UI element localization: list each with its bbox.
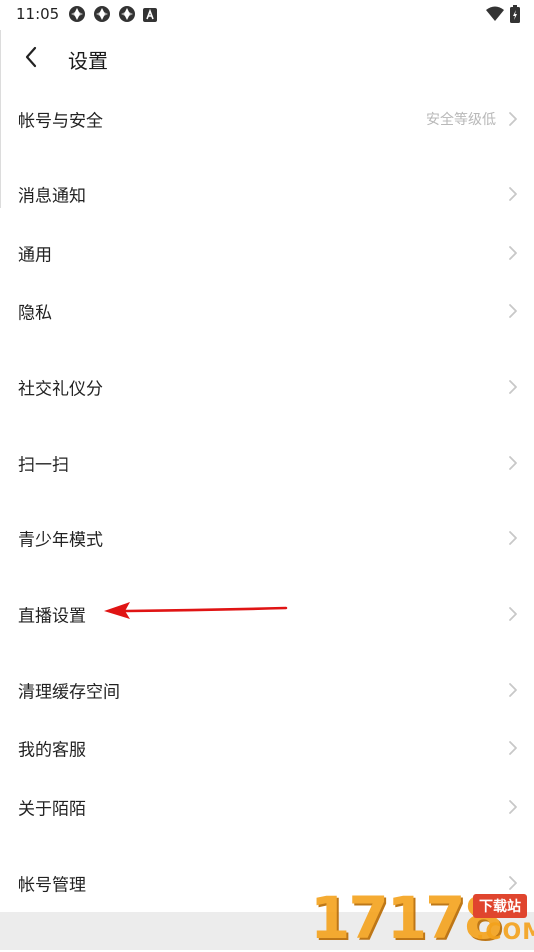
watermark-tag: 下载站: [473, 894, 527, 918]
app-notification-icon: [68, 5, 86, 27]
settings-item-social-etiquette[interactable]: 社交礼仪分: [0, 362, 534, 412]
chevron-right-icon: [508, 111, 518, 127]
settings-item-clear-cache[interactable]: 清理缓存空间: [0, 665, 534, 715]
chevron-right-icon: [508, 606, 518, 622]
settings-item-about[interactable]: 关于陌陌: [0, 782, 534, 832]
text-a-icon: [143, 7, 157, 26]
status-icons-right: [486, 5, 520, 27]
settings-item-label: 社交礼仪分: [18, 379, 103, 400]
settings-item-label: 隐私: [18, 303, 52, 324]
settings-item-label: 扫一扫: [18, 455, 69, 476]
chevron-right-icon: [508, 379, 518, 395]
chevron-right-icon: [508, 455, 518, 471]
settings-item-label: 帐号与安全: [18, 111, 103, 132]
settings-item-scan[interactable]: 扫一扫: [0, 438, 534, 488]
wifi-icon: [486, 6, 504, 26]
settings-item-customer-service[interactable]: 我的客服: [0, 723, 534, 773]
chevron-left-icon: [24, 46, 38, 72]
battery-icon: [510, 5, 520, 27]
watermark-suffix: .COM: [476, 920, 534, 945]
settings-item-label: 清理缓存空间: [18, 682, 120, 703]
chevron-right-icon: [508, 245, 518, 261]
page-title: 设置: [68, 49, 108, 73]
app-notification-icon: [118, 5, 136, 27]
header: 设置: [0, 32, 534, 84]
chevron-right-icon: [508, 186, 518, 202]
settings-item-notifications[interactable]: 消息通知: [0, 169, 534, 219]
settings-item-label: 直播设置: [18, 606, 86, 627]
settings-item-privacy[interactable]: 隐私: [0, 286, 534, 336]
app-notification-icon: [93, 5, 111, 27]
settings-item-general[interactable]: 通用: [0, 228, 534, 278]
status-bar: 11:05: [0, 0, 534, 28]
chevron-right-icon: [508, 799, 518, 815]
annotation-arrow-icon: [100, 598, 290, 622]
settings-item-label: 帐号管理: [18, 875, 86, 896]
watermark-logo: 17178 下载站 .COM: [310, 886, 534, 950]
settings-item-label: 关于陌陌: [18, 799, 86, 820]
settings-item-account-security[interactable]: 帐号与安全 安全等级低: [0, 94, 534, 144]
status-icons-left: [68, 5, 157, 27]
settings-item-label: 我的客服: [18, 740, 86, 761]
settings-item-teen-mode[interactable]: 青少年模式: [0, 513, 534, 563]
chevron-right-icon: [508, 682, 518, 698]
settings-item-label: 青少年模式: [18, 530, 103, 551]
back-button[interactable]: [14, 42, 48, 76]
chevron-right-icon: [508, 303, 518, 319]
chevron-right-icon: [508, 740, 518, 756]
status-time: 11:05: [16, 5, 60, 23]
chevron-right-icon: [508, 530, 518, 546]
security-level-text: 安全等级低: [426, 112, 496, 128]
settings-item-label: 通用: [18, 245, 52, 266]
settings-item-label: 消息通知: [18, 186, 86, 207]
